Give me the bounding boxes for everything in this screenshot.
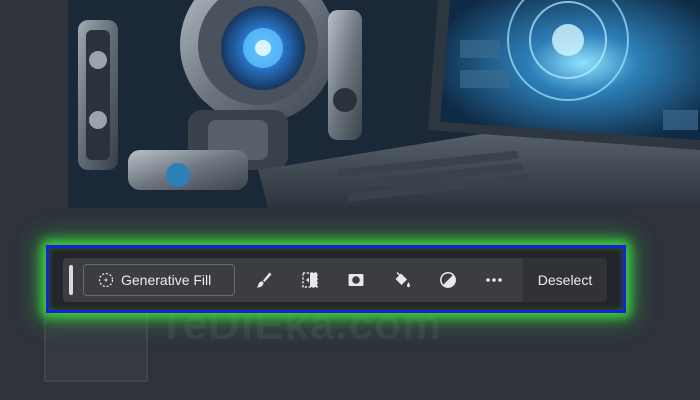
mask-icon	[346, 270, 366, 290]
canvas-image	[68, 0, 700, 208]
brush-tool-button[interactable]	[241, 258, 287, 302]
drag-handle[interactable]	[69, 265, 73, 295]
contextual-taskbar: Generative Fill Deselect	[63, 258, 607, 302]
paint-bucket-button[interactable]	[379, 258, 425, 302]
paint-bucket-icon	[392, 270, 412, 290]
deselect-button[interactable]: Deselect	[523, 258, 607, 302]
mask-button[interactable]	[333, 258, 379, 302]
adjustment-button[interactable]	[425, 258, 471, 302]
more-icon	[484, 270, 504, 290]
brush-icon	[254, 270, 274, 290]
generative-fill-icon	[98, 272, 114, 288]
adjustment-icon	[438, 270, 458, 290]
more-options-button[interactable]	[471, 258, 517, 302]
select-transform-button[interactable]	[287, 258, 333, 302]
generative-fill-label: Generative Fill	[121, 272, 212, 288]
generative-fill-button[interactable]: Generative Fill	[83, 264, 235, 296]
select-transform-icon	[300, 270, 320, 290]
